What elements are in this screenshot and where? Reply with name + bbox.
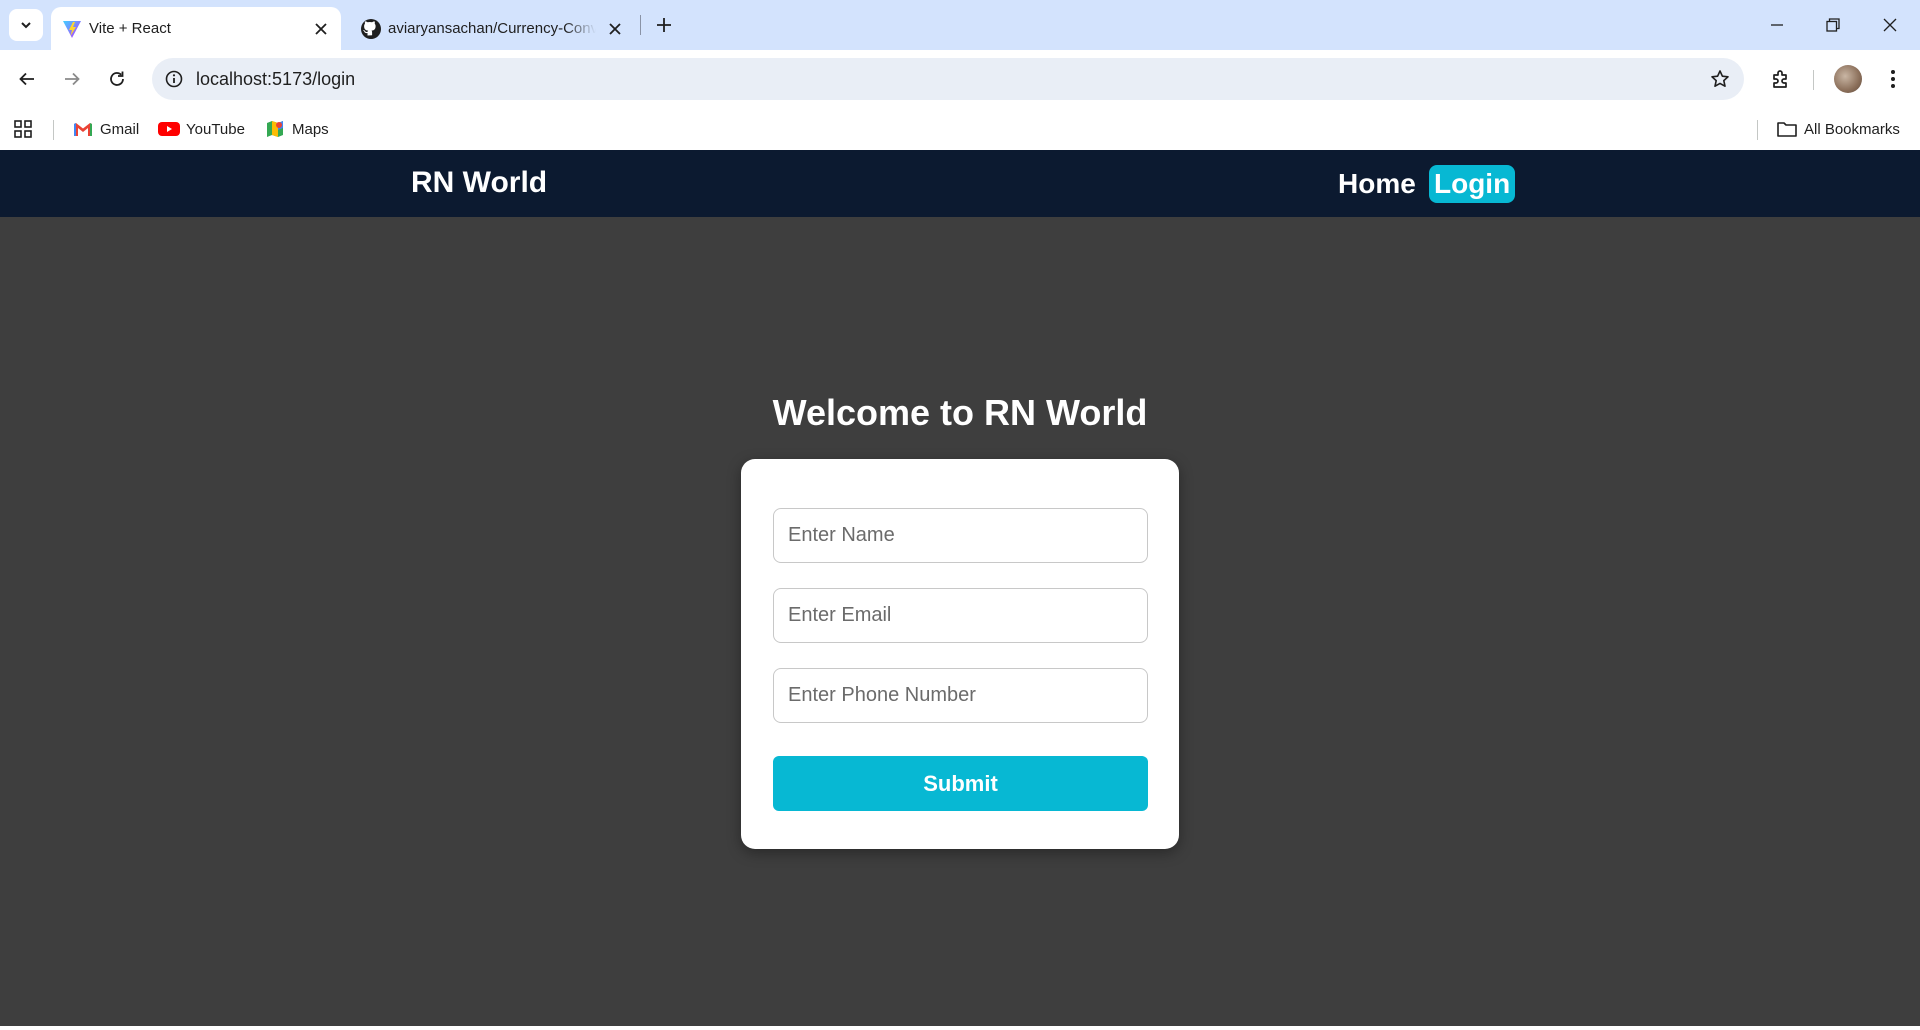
- all-bookmarks-button[interactable]: All Bookmarks: [1776, 117, 1900, 141]
- bookmarks-separator: [1757, 120, 1758, 140]
- bookmark-label: Gmail: [100, 120, 140, 138]
- bookmarks-separator: [53, 120, 54, 140]
- bookmark-gmail[interactable]: Gmail: [72, 117, 139, 141]
- tab-search-button[interactable]: [9, 9, 43, 41]
- profile-avatar[interactable]: [1834, 65, 1862, 93]
- puzzle-icon: [1773, 70, 1787, 88]
- minimize-icon: [1771, 24, 1783, 26]
- bookmark-label: Maps: [292, 120, 329, 138]
- bookmark-youtube[interactable]: YouTube: [158, 117, 245, 141]
- address-bar[interactable]: localhost:5173/login: [152, 58, 1744, 100]
- login-page: Welcome to RN World Submit: [0, 217, 1920, 1026]
- page-title: Welcome to RN World: [772, 392, 1148, 433]
- site-brand: RN World: [411, 166, 548, 199]
- site-navbar: RN World Home Login: [0, 150, 1920, 217]
- reload-button[interactable]: [100, 62, 134, 96]
- vite-icon: [61, 18, 83, 40]
- nav-login-link[interactable]: Login: [1429, 165, 1516, 203]
- close-tab-icon[interactable]: [311, 19, 331, 39]
- browser-toolbar: localhost:5173/login: [0, 50, 1920, 108]
- browser-menu-button[interactable]: [1876, 62, 1910, 96]
- name-input[interactable]: [773, 508, 1148, 563]
- extensions-button[interactable]: [1764, 62, 1798, 96]
- folder-icon: [1776, 118, 1798, 140]
- arrow-left-icon: [19, 72, 34, 86]
- nav-home-link[interactable]: Home: [1338, 165, 1416, 203]
- bookmark-star-icon[interactable]: [1708, 67, 1732, 91]
- tab-github[interactable]: aviaryansachan/Currency-Converter: [350, 7, 635, 50]
- bottom-edge: [0, 1026, 1920, 1030]
- submit-button[interactable]: Submit: [773, 756, 1148, 811]
- arrow-right-icon: [65, 72, 80, 86]
- reload-icon: [110, 71, 124, 86]
- restore-icon: [1826, 18, 1840, 32]
- chevron-down-icon: [21, 22, 31, 29]
- login-form-card: Submit: [741, 459, 1179, 849]
- address-url: localhost:5173/login: [196, 69, 356, 89]
- more-vertical-icon: [1891, 70, 1895, 88]
- all-bookmarks-label: All Bookmarks: [1804, 120, 1900, 138]
- close-icon: [1883, 18, 1897, 32]
- restore-button[interactable]: [1805, 0, 1861, 50]
- plus-icon: [657, 18, 671, 32]
- tab-separator: [640, 15, 641, 35]
- gmail-icon: [72, 118, 94, 140]
- tab-vite-react[interactable]: Vite + React: [51, 7, 341, 50]
- close-window-button[interactable]: [1862, 0, 1918, 50]
- tab-title: aviaryansachan/Currency-Converter: [388, 20, 596, 37]
- minimize-button[interactable]: [1749, 0, 1805, 50]
- apps-button[interactable]: [13, 117, 33, 141]
- apps-grid-icon: [14, 120, 32, 138]
- toolbar-separator: [1813, 70, 1814, 90]
- back-button[interactable]: [10, 62, 44, 96]
- youtube-icon: [158, 118, 180, 140]
- email-input[interactable]: [773, 588, 1148, 643]
- new-tab-button[interactable]: [650, 11, 678, 39]
- browser-tab-strip: Vite + React aviaryansachan/Currency-Con…: [0, 0, 1920, 50]
- bookmarks-bar: Gmail YouTube Maps All Bookmarks: [0, 108, 1920, 150]
- github-icon: [360, 18, 382, 40]
- tab-title: Vite + React: [89, 20, 171, 37]
- bookmark-label: YouTube: [186, 120, 245, 138]
- maps-icon: [264, 118, 286, 140]
- phone-input[interactable]: [773, 668, 1148, 723]
- site-info-icon[interactable]: [162, 67, 186, 91]
- forward-button[interactable]: [55, 62, 89, 96]
- close-tab-icon[interactable]: [605, 19, 625, 39]
- bookmark-maps[interactable]: Maps: [264, 117, 329, 141]
